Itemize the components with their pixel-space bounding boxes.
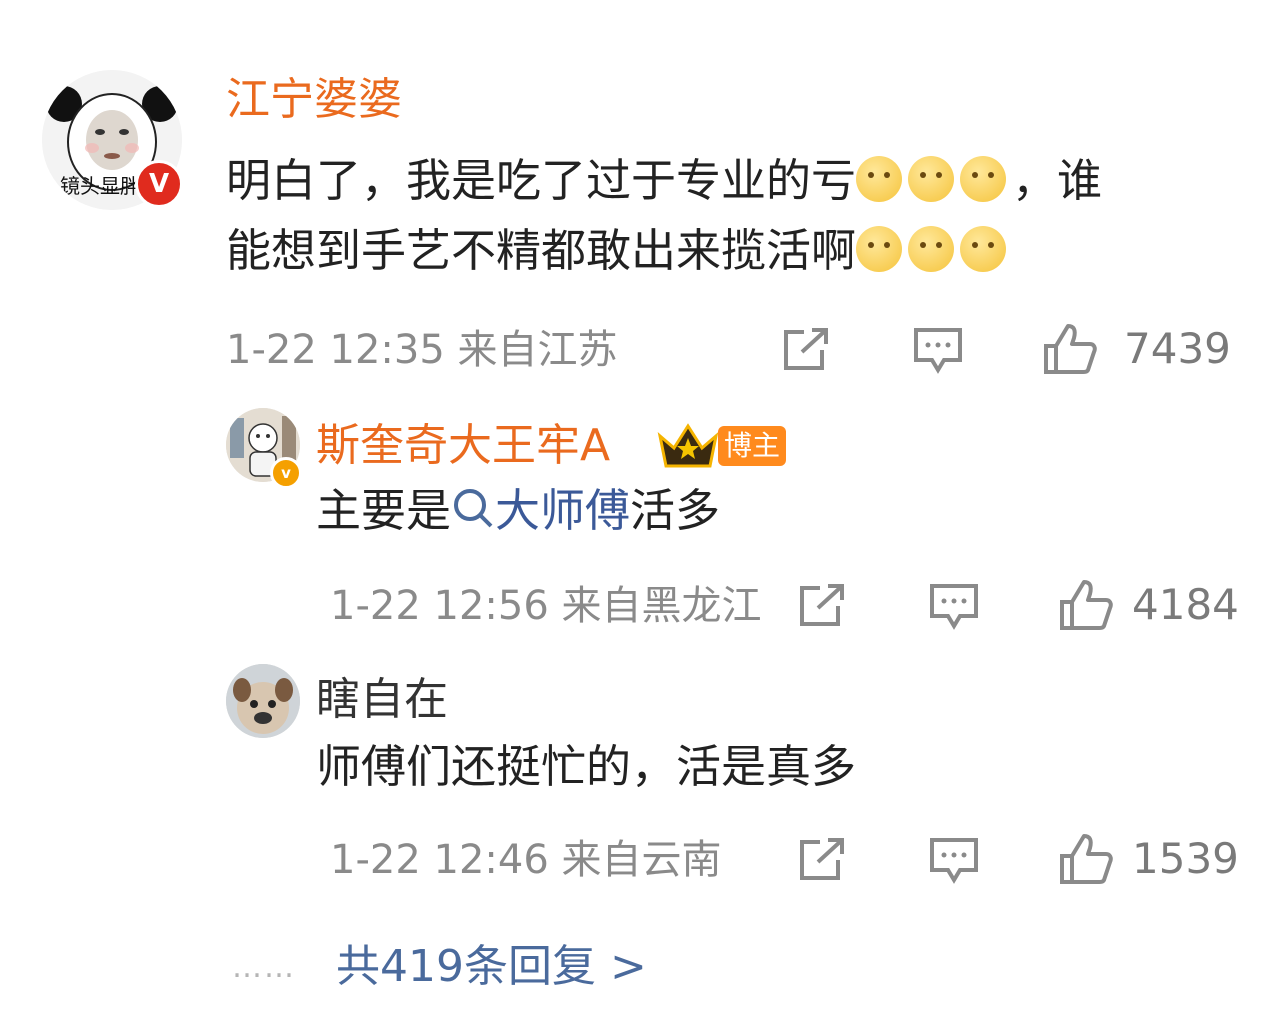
more-dots: ……	[232, 950, 296, 985]
comment-text-line2: 能想到手艺不精都敢出来揽活啊	[226, 224, 857, 277]
repost-icon[interactable]	[796, 836, 848, 884]
topic-link[interactable]: 大师傅	[451, 484, 630, 537]
repost-icon[interactable]	[780, 326, 832, 374]
thinking-emoji-icon	[960, 156, 1007, 202]
verified-badge: V	[135, 160, 183, 208]
comment-icon[interactable]	[928, 582, 980, 632]
timestamp: 1-22 12:46 来自云南	[330, 837, 722, 883]
comment-text-line1a: 明白了，我是吃了过于专业的亏	[226, 154, 857, 207]
comment-icon[interactable]	[912, 326, 964, 376]
reply-text: 师傅们还挺忙的，活是真多	[316, 740, 857, 793]
thinking-emoji-icon	[856, 156, 903, 202]
like-count: 7439	[1124, 324, 1231, 373]
thinking-emoji-icon	[856, 226, 903, 272]
repost-icon[interactable]	[796, 582, 848, 630]
reply-text-suffix: 活多	[630, 484, 721, 537]
comment-text-line1b: ，谁	[1012, 154, 1103, 207]
timestamp: 1-22 12:35 来自江苏	[226, 327, 618, 373]
more-replies-link[interactable]: 共419条回复 >	[336, 930, 647, 994]
thinking-emoji-icon	[960, 226, 1007, 272]
blogger-badge: 博主	[718, 426, 786, 466]
thinking-emoji-icon	[908, 156, 955, 202]
search-icon	[454, 489, 493, 528]
topic-label: 大师傅	[495, 484, 631, 537]
like-icon[interactable]	[1058, 832, 1114, 886]
avatar[interactable]	[226, 664, 300, 738]
avatar-caption: 镜头显胖	[60, 174, 140, 198]
like-count: 4184	[1132, 580, 1239, 629]
verified-badge: v	[270, 457, 302, 489]
reply-text: 主要是 大师傅活多	[316, 476, 720, 546]
comment-icon[interactable]	[928, 836, 980, 886]
username[interactable]: 瞎自在	[316, 678, 448, 722]
reply-text-prefix: 主要是	[316, 484, 452, 537]
comment-text: 明白了，我是吃了过于专业的亏 ，谁 能想到手艺不精都敢出来揽活啊	[226, 146, 1236, 286]
like-icon[interactable]	[1058, 578, 1114, 632]
crown-icon	[657, 423, 719, 468]
like-count: 1539	[1132, 834, 1239, 883]
like-icon[interactable]	[1042, 322, 1098, 376]
timestamp: 1-22 12:56 来自黑龙江	[330, 583, 762, 629]
username[interactable]: 斯奎奇大王牢A	[316, 424, 610, 468]
dog-photo-avatar-icon	[226, 664, 300, 738]
username[interactable]: 江宁婆婆	[226, 78, 402, 122]
thinking-emoji-icon	[908, 226, 955, 272]
